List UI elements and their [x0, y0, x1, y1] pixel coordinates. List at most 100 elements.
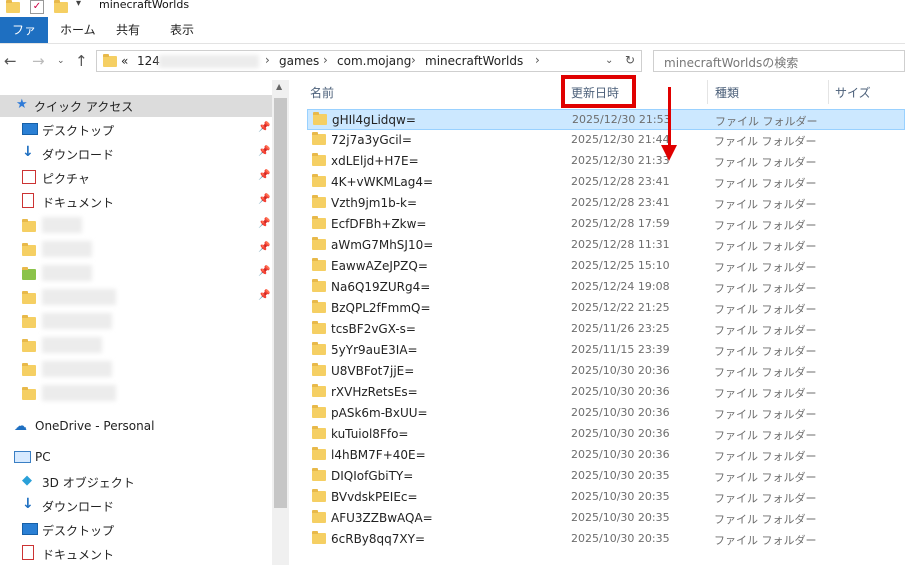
nav-item-blurred[interactable]: 📌 [0, 287, 272, 309]
breadcrumb-separator[interactable]: › [265, 53, 270, 67]
pin-icon[interactable]: 📌 [258, 146, 270, 157]
table-row[interactable]: EcfDFBh+Zkw= 2025/12/28 17:59 ファイル フォルダー [307, 214, 905, 235]
table-row[interactable]: 6cRBy8qq7XY= 2025/10/30 20:35 ファイル フォルダー [307, 529, 905, 550]
file-date: 2025/11/26 23:25 [571, 322, 670, 335]
nav-label: デスクトップ [42, 524, 115, 538]
nav-item-blurred[interactable] [0, 359, 272, 381]
breadcrumb-separator[interactable]: › [535, 53, 540, 67]
scroll-up-icon[interactable]: ▲ [276, 82, 282, 91]
folder-icon [312, 258, 326, 271]
forward-arrow-icon[interactable]: → [32, 52, 45, 70]
table-row[interactable]: gHIl4gLidqw= 2025/12/30 21:53 ファイル フォルダー [307, 109, 905, 130]
nav-item-onedrive[interactable]: ☁ OneDrive - Personal [0, 416, 272, 438]
folder-icon [22, 291, 36, 304]
folder-icon [312, 405, 326, 418]
recent-dropdown-icon[interactable]: ⌄ [57, 56, 65, 66]
column-size[interactable]: サイズ [835, 84, 871, 101]
nav-item-pc-desktop[interactable]: デスクトップ [0, 519, 272, 541]
breadcrumb-com-mojang[interactable]: com.mojang [337, 54, 411, 68]
column-name[interactable]: 名前 [310, 84, 334, 101]
nav-item-pc-downloads[interactable]: ↓ ダウンロード [0, 495, 272, 517]
nav-item-blurred[interactable]: 📌 [0, 239, 272, 261]
table-row[interactable]: Vzth9jm1b-k= 2025/12/28 23:41 ファイル フォルダー [307, 193, 905, 214]
tab-share[interactable]: 共有 [108, 17, 148, 43]
pin-icon[interactable]: 📌 [258, 218, 270, 229]
pictures-icon [22, 170, 36, 184]
back-arrow-icon[interactable]: ← [4, 52, 17, 70]
nav-item-blurred[interactable]: 📌 [0, 215, 272, 237]
table-row[interactable]: BVvdskPEIEc= 2025/10/30 20:35 ファイル フォルダー [307, 487, 905, 508]
table-row[interactable]: pASk6m-BxUU= 2025/10/30 20:36 ファイル フォルダー [307, 403, 905, 424]
new-folder-icon[interactable] [54, 0, 68, 13]
table-row[interactable]: U8VBFot7jjE= 2025/10/30 20:36 ファイル フォルダー [307, 361, 905, 382]
pin-icon[interactable]: 📌 [258, 242, 270, 253]
up-arrow-icon[interactable]: ↑ [75, 52, 88, 70]
table-row[interactable]: 4K+vWKMLag4= 2025/12/28 23:41 ファイル フォルダー [307, 172, 905, 193]
table-row[interactable]: 72j7a3yGcil= 2025/12/30 21:44 ファイル フォルダー [307, 130, 905, 151]
nav-item-pc[interactable]: PC [0, 447, 272, 469]
pin-icon[interactable]: 📌 [258, 194, 270, 205]
nav-label: ドキュメント [42, 196, 115, 210]
breadcrumb-separator[interactable]: › [411, 53, 416, 67]
pin-icon[interactable]: 📌 [258, 122, 270, 133]
cube-icon: ◆ [22, 473, 32, 488]
nav-label: デスクトップ [42, 124, 115, 138]
table-row[interactable]: xdLEljd+H7E= 2025/12/30 21:33 ファイル フォルダー [307, 151, 905, 172]
table-row[interactable]: DIQIofGbiTY= 2025/10/30 20:35 ファイル フォルダー [307, 466, 905, 487]
file-name: aWmG7MhSJ10= [331, 238, 434, 252]
nav-item-documents[interactable]: ドキュメント 📌 [0, 191, 272, 213]
folder-icon [312, 300, 326, 313]
breadcrumb-overflow[interactable]: « [121, 54, 128, 68]
tab-file[interactable]: ファイル [0, 17, 48, 63]
tab-home[interactable]: ホーム [52, 17, 104, 43]
quick-access-dropdown-icon[interactable]: ▾ [76, 0, 81, 9]
address-bar[interactable]: « 124 › games › com.mojang › minecraftWo… [96, 50, 642, 72]
refresh-icon[interactable]: ↻ [625, 53, 635, 67]
pin-icon[interactable]: 📌 [258, 290, 270, 301]
column-type[interactable]: 種類 [715, 84, 739, 101]
breadcrumb-minecraftworlds[interactable]: minecraftWorlds [425, 54, 523, 68]
table-row[interactable]: EawwAZeJPZQ= 2025/12/25 15:10 ファイル フォルダー [307, 256, 905, 277]
nav-item-3d-objects[interactable]: ◆ 3D オブジェクト [0, 471, 272, 493]
table-row[interactable]: aWmG7MhSJ10= 2025/12/28 11:31 ファイル フォルダー [307, 235, 905, 256]
table-row[interactable]: rXVHzRetsEs= 2025/10/30 20:36 ファイル フォルダー [307, 382, 905, 403]
nav-item-blurred[interactable] [0, 383, 272, 405]
nav-label: OneDrive - Personal [35, 419, 155, 433]
nav-item-desktop[interactable]: デスクトップ 📌 [0, 119, 272, 141]
nav-item-blurred[interactable] [0, 335, 272, 357]
breadcrumb-games[interactable]: games [279, 54, 319, 68]
nav-item-blurred[interactable] [0, 311, 272, 333]
nav-label: ダウンロード [42, 500, 115, 514]
pin-icon[interactable]: 📌 [258, 266, 270, 277]
file-type: ファイル フォルダー [714, 324, 817, 337]
search-input[interactable]: minecraftWorldsの検索 [653, 50, 905, 72]
table-row[interactable]: tcsBF2vGX-s= 2025/11/26 23:25 ファイル フォルダー [307, 319, 905, 340]
properties-icon[interactable]: ✓ [30, 0, 44, 14]
table-row[interactable]: l4hBM7F+40E= 2025/10/30 20:36 ファイル フォルダー [307, 445, 905, 466]
search-placeholder: minecraftWorldsの検索 [664, 56, 799, 70]
address-dropdown-icon[interactable]: ⌄ [605, 55, 613, 66]
file-name: 6cRBy8qq7XY= [331, 532, 426, 546]
nav-item-pc-documents[interactable]: ドキュメント [0, 543, 272, 565]
breadcrumb-user[interactable]: 124 [137, 54, 160, 68]
breadcrumb-separator[interactable]: › [323, 53, 328, 67]
table-row[interactable]: kuTuiol8Ffo= 2025/10/30 20:36 ファイル フォルダー [307, 424, 905, 445]
desktop-icon [22, 123, 38, 135]
file-date: 2025/10/30 20:36 [571, 448, 670, 461]
nav-item-blurred[interactable]: 📌 [0, 263, 272, 285]
nav-item-downloads[interactable]: ↓ ダウンロード 📌 [0, 143, 272, 165]
nav-item-pictures[interactable]: ピクチャ 📌 [0, 167, 272, 189]
column-divider[interactable] [828, 80, 829, 104]
table-row[interactable]: AFU3ZZBwAQA= 2025/10/30 20:35 ファイル フォルダー [307, 508, 905, 529]
nav-scrollbar-thumb[interactable] [274, 98, 287, 508]
pin-icon[interactable]: 📌 [258, 170, 270, 181]
table-row[interactable]: Na6Q19ZURg4= 2025/12/24 19:08 ファイル フォルダー [307, 277, 905, 298]
documents-icon [22, 193, 34, 208]
table-row[interactable]: 5yYr9auE3IA= 2025/11/15 23:39 ファイル フォルダー [307, 340, 905, 361]
nav-quick-access[interactable]: ★ クイック アクセス [0, 95, 272, 117]
folder-icon [312, 363, 326, 376]
table-row[interactable]: BzQPL2fFmmQ= 2025/12/22 21:25 ファイル フォルダー [307, 298, 905, 319]
column-divider[interactable] [707, 80, 708, 104]
tab-view[interactable]: 表示 [162, 17, 202, 43]
file-date: 2025/12/22 21:25 [571, 301, 670, 314]
